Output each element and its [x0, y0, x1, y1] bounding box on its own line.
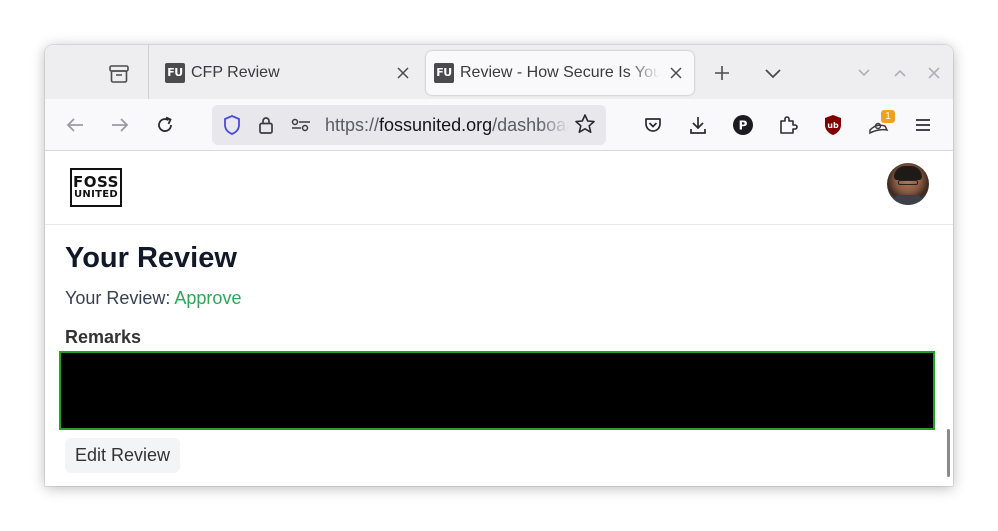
- navigation-toolbar: https://fossunited.org/dashboard P ub 1: [45, 99, 953, 151]
- minimize-button[interactable]: [854, 63, 874, 83]
- shield-icon: [224, 115, 240, 135]
- pocket-icon: [645, 118, 661, 132]
- list-all-tabs-button[interactable]: [760, 60, 786, 86]
- review-status-label: Your Review:: [65, 288, 175, 308]
- maximize-button[interactable]: [890, 63, 910, 83]
- star-icon: [575, 114, 595, 133]
- forward-button[interactable]: [106, 111, 134, 139]
- app-menu-button[interactable]: [909, 111, 937, 139]
- hamburger-menu-icon: [916, 119, 930, 131]
- review-status-value: Approve: [174, 288, 242, 308]
- tracking-protection-button[interactable]: [221, 115, 243, 135]
- tabs-list-icon: [109, 65, 129, 83]
- close-icon: [397, 67, 409, 79]
- foss-united-logo[interactable]: FOSS UNITED: [70, 168, 122, 207]
- url-path: /dashboard: [492, 115, 569, 135]
- p-extension-icon: P: [733, 115, 753, 135]
- url-scheme: https://: [325, 115, 380, 135]
- site-header: FOSS UNITED: [45, 151, 953, 225]
- plus-icon: [715, 66, 729, 80]
- tab-close-button[interactable]: [395, 65, 411, 81]
- permissions-icon: [291, 118, 310, 132]
- new-tab-button[interactable]: [709, 60, 735, 86]
- page-title: Your Review: [65, 242, 237, 274]
- tab-review-active[interactable]: FU Review - How Secure Is Your: [426, 51, 694, 95]
- minimize-icon: [858, 69, 870, 77]
- download-icon: [690, 117, 706, 134]
- url-text[interactable]: https://fossunited.org/dashboard: [325, 115, 569, 136]
- logo-text-line1: FOSS: [73, 172, 119, 191]
- svg-text:ub: ub: [827, 121, 839, 130]
- reload-button[interactable]: [151, 111, 179, 139]
- site-security-button[interactable]: [255, 115, 277, 135]
- remarks-redacted-box: [59, 351, 935, 430]
- reload-icon: [158, 116, 172, 132]
- page-content: FOSS UNITED Your Review Your Review: App…: [45, 151, 953, 486]
- ublock-icon: ub: [825, 115, 841, 135]
- permissions-button[interactable]: [290, 115, 312, 135]
- user-avatar[interactable]: [887, 163, 929, 205]
- chevron-down-icon: [765, 69, 781, 79]
- window-close-button[interactable]: [924, 63, 944, 83]
- tab-separator: [148, 45, 149, 99]
- svg-text:P: P: [739, 119, 748, 133]
- ublock-button[interactable]: ub: [819, 111, 847, 139]
- page-scrollbar[interactable]: [947, 429, 950, 477]
- remarks-label: Remarks: [65, 327, 142, 347]
- tab-cfp-review[interactable]: FU CFP Review: [157, 51, 421, 95]
- tab-close-button[interactable]: [668, 65, 684, 81]
- avatar-shirt: [891, 195, 925, 205]
- review-status: Your Review: Approve: [65, 288, 241, 309]
- edit-review-button[interactable]: Edit Review: [65, 438, 181, 473]
- fossunited-favicon: FU: [434, 63, 454, 83]
- downloads-button[interactable]: [684, 111, 712, 139]
- avatar-hair: [894, 166, 922, 180]
- back-button[interactable]: [61, 111, 89, 139]
- forward-arrow-icon: [112, 118, 129, 132]
- maximize-icon: [894, 69, 906, 77]
- url-host: fossunited.org: [379, 115, 493, 135]
- url-bar[interactable]: https://fossunited.org/dashboard: [212, 105, 606, 145]
- window-close-icon: [928, 67, 940, 79]
- tab-title: Review - How Secure Is Your: [460, 64, 660, 81]
- back-arrow-icon: [66, 118, 83, 132]
- close-icon: [670, 67, 682, 79]
- extension-badge-button[interactable]: 1: [865, 110, 895, 139]
- extension-badge-count: 1: [881, 110, 895, 123]
- logo-text-line2: UNITED: [74, 188, 118, 200]
- tab-title: CFP Review: [191, 64, 280, 81]
- tab-bar: FU CFP Review FU Review - How Secure Is …: [45, 45, 953, 99]
- avatar-glasses: [898, 180, 918, 185]
- browser-window: FU CFP Review FU Review - How Secure Is …: [45, 45, 953, 486]
- extensions-icon: [780, 116, 798, 134]
- fossunited-favicon: FU: [165, 63, 185, 83]
- bookmark-button[interactable]: [574, 114, 596, 134]
- tabs-list-button[interactable]: [103, 60, 135, 88]
- p-extension-button[interactable]: P: [729, 111, 757, 139]
- lock-icon: [259, 117, 273, 134]
- extensions-button[interactable]: [774, 111, 802, 139]
- pocket-button[interactable]: [639, 111, 667, 139]
